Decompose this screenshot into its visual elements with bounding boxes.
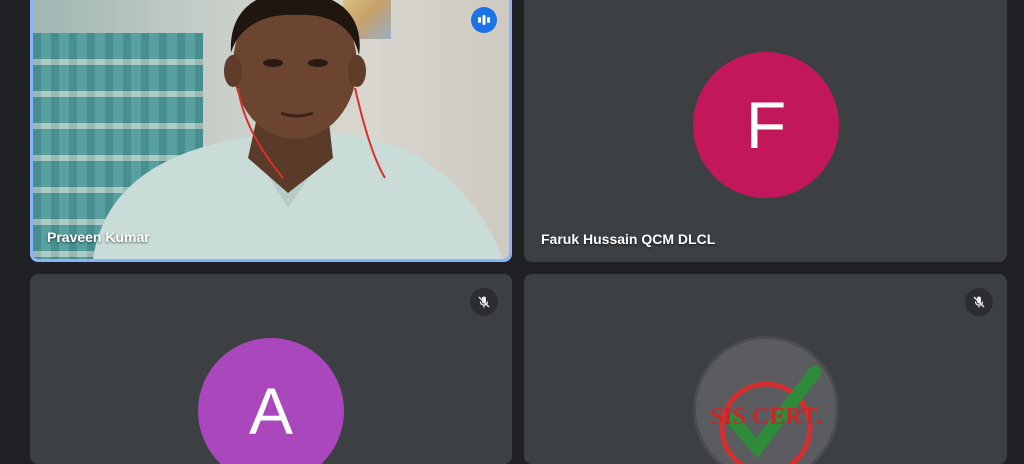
participant-video (33, 0, 509, 259)
avatar: F (693, 52, 839, 198)
avatar: A (198, 338, 344, 464)
logo-text: SIS CERT. (710, 404, 822, 430)
participant-tile-praveen[interactable]: Praveen Kumar (30, 0, 512, 262)
avatar-initial: A (248, 374, 294, 448)
participant-tile-a[interactable]: A (30, 274, 512, 464)
audio-level-icon (471, 7, 497, 33)
participant-tile-faruk[interactable]: F Faruk Hussain QCM DLCL (524, 0, 1007, 262)
profile-logo: SIS CERT. (693, 336, 839, 464)
participant-name: Faruk Hussain QCM DLCL (541, 231, 716, 247)
avatar-initial: F (745, 88, 787, 162)
mic-off-icon (965, 288, 993, 316)
participant-tile-sis-cert[interactable]: SIS CERT. (524, 274, 1007, 464)
person-figure (93, 0, 503, 259)
participant-name: Praveen Kumar (47, 229, 150, 245)
mic-off-icon (470, 288, 498, 316)
